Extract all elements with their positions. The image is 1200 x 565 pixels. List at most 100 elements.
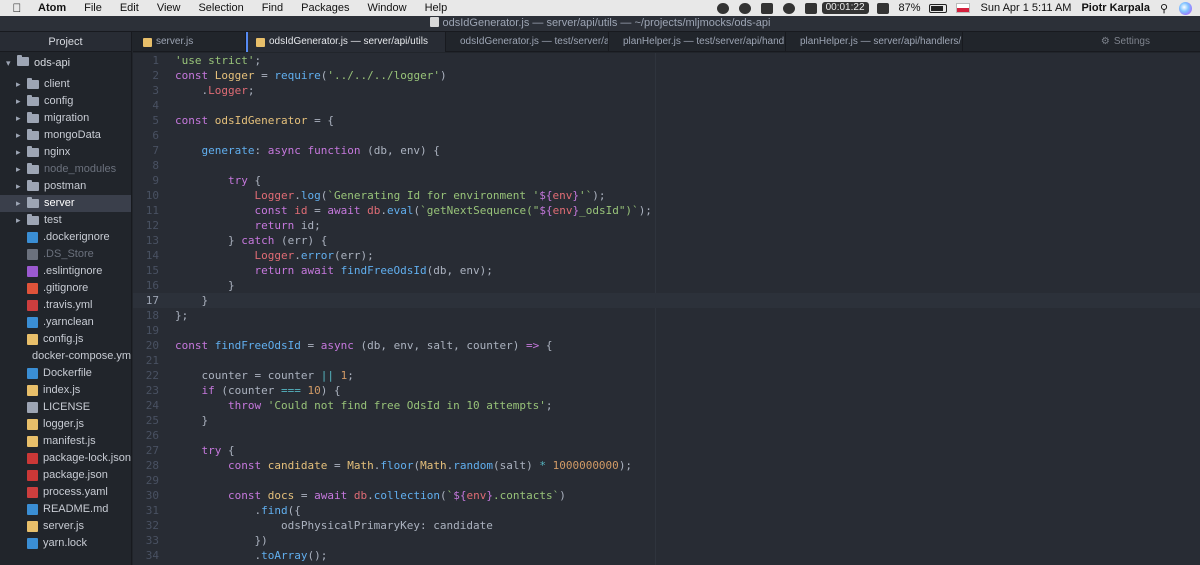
folder-icon <box>27 78 39 89</box>
code-line[interactable]: 3 .Logger; <box>133 83 1200 98</box>
code-line[interactable]: 30 const docs = await db.collection(`${e… <box>133 488 1200 503</box>
code-token: ${ <box>453 489 467 502</box>
tree-file[interactable]: server.js <box>0 518 131 535</box>
code-line[interactable]: 12 return id; <box>133 218 1200 233</box>
siri-icon[interactable] <box>1179 1 1192 15</box>
code-line[interactable]: 17 } <box>133 293 1200 308</box>
tree-root-folder[interactable]: ▾ ods-api <box>0 55 131 72</box>
code-line[interactable]: 4 <box>133 98 1200 113</box>
code-line[interactable]: 13 } catch (err) { <box>133 233 1200 248</box>
tree-file[interactable]: yarn.lock <box>0 535 131 552</box>
docker-tray-icon[interactable] <box>760 2 773 14</box>
code-line[interactable]: 28 const candidate = Math.floor(Math.ran… <box>133 458 1200 473</box>
menu-packages[interactable]: Packages <box>292 0 358 16</box>
tree-folder[interactable]: ▸ config <box>0 93 131 110</box>
code-line[interactable]: 33 }) <box>133 533 1200 548</box>
code-line[interactable]: 22 counter = counter || 1; <box>133 368 1200 383</box>
tree-panel-title[interactable]: Project <box>0 32 131 52</box>
input-source-flag-icon[interactable] <box>955 3 970 13</box>
code-line[interactable]: 5 const odsIdGenerator = { <box>133 113 1200 128</box>
tree-file[interactable]: package-lock.json <box>0 450 131 467</box>
code-line[interactable]: 19 <box>133 323 1200 338</box>
tree-file[interactable]: .dockerignore <box>0 229 131 246</box>
code-line[interactable]: 6 <box>133 128 1200 143</box>
menu-selection[interactable]: Selection <box>189 0 252 16</box>
tree-file[interactable]: LICENSE <box>0 399 131 416</box>
tab-file[interactable]: odsIdGenerator.js — test/server/api/... <box>446 32 609 52</box>
tree-item-label: package-lock.json <box>42 452 131 464</box>
tree-file[interactable]: .DS_Store <box>0 246 131 263</box>
tree-file[interactable]: docker-compose.yml <box>0 348 131 365</box>
code-line[interactable]: 7 generate: async function (db, env) { <box>133 143 1200 158</box>
cloud-icon[interactable] <box>738 2 751 14</box>
creative-cloud-icon[interactable] <box>716 2 729 14</box>
code-line[interactable]: 21 <box>133 353 1200 368</box>
tab-settings[interactable]: ⚙ Settings <box>1091 32 1200 52</box>
code-line[interactable]: 2 const Logger = require('../../../logger… <box>133 68 1200 83</box>
code-line[interactable]: 34 .toArray(); <box>133 548 1200 563</box>
tree-folder[interactable]: ▸ node_modules <box>0 161 131 178</box>
code-token: ; <box>545 399 553 412</box>
tree-file[interactable]: manifest.js <box>0 433 131 450</box>
code-line[interactable]: 24 throw 'Could not find free OdsId in 1… <box>133 398 1200 413</box>
code-line[interactable]: 26 <box>133 428 1200 443</box>
tree-folder[interactable]: ▸ test <box>0 212 131 229</box>
code-line[interactable]: 15 return await findFreeOdsId(db, env); <box>133 263 1200 278</box>
tree-file[interactable]: package.json <box>0 467 131 484</box>
tree-folder[interactable]: ▸ mongoData <box>0 127 131 144</box>
menu-file[interactable]: File <box>75 0 111 16</box>
code-line[interactable]: 23 if (counter === 10) { <box>133 383 1200 398</box>
tab-file[interactable]: server.js <box>133 32 246 52</box>
code-line[interactable]: 1 'use strict'; <box>133 53 1200 68</box>
timer-readout[interactable]: 00:01:22 <box>821 2 869 14</box>
code-line[interactable]: 10 Logger.log(`Generating Id for environ… <box>133 188 1200 203</box>
code-line[interactable]: 29 <box>133 473 1200 488</box>
menu-app[interactable]: Atom <box>34 0 75 16</box>
code-line[interactable]: 16 } <box>133 278 1200 293</box>
code-line[interactable]: 31 .find({ <box>133 503 1200 518</box>
folder-icon <box>27 197 39 208</box>
menu-edit[interactable]: Edit <box>111 0 148 16</box>
menu-find[interactable]: Find <box>253 0 292 16</box>
code-line[interactable]: 20 const findFreeOdsId = async (db, env, … <box>133 338 1200 353</box>
tree-file[interactable]: index.js <box>0 382 131 399</box>
code-line[interactable]: 8 <box>133 158 1200 173</box>
menu-help[interactable]: Help <box>416 0 457 16</box>
menu-window[interactable]: Window <box>358 0 415 16</box>
spotlight-search-icon[interactable]: ⚲ <box>1155 2 1173 15</box>
tree-folder[interactable]: ▸ postman <box>0 178 131 195</box>
tree-folder[interactable]: ▸ server <box>0 195 131 212</box>
tree-file[interactable]: .travis.yml <box>0 297 131 314</box>
wifi-icon[interactable] <box>876 2 889 14</box>
tree-file[interactable]: process.yaml <box>0 484 131 501</box>
code-line[interactable]: 18}; <box>133 308 1200 323</box>
code-line[interactable]: 9 try { <box>133 173 1200 188</box>
tree-file[interactable]: .gitignore <box>0 280 131 297</box>
code-line[interactable]: 27 try { <box>133 443 1200 458</box>
tree-file[interactable]: logger.js <box>0 416 131 433</box>
tree-file[interactable]: README.md <box>0 501 131 518</box>
time-machine-icon[interactable] <box>782 2 795 14</box>
tree-folder[interactable]: ▸ client <box>0 76 131 93</box>
code-line[interactable]: 14 Logger.error(err); <box>133 248 1200 263</box>
tab-file[interactable]: odsIdGenerator.js — server/api/utils <box>246 32 446 52</box>
tab-file[interactable]: planHelper.js — test/server/api/hand... <box>609 32 786 52</box>
menubar-user[interactable]: Piotr Karpala <box>1076 2 1154 14</box>
menubar-clock[interactable]: Sun Apr 1 5:11 AM <box>976 2 1077 14</box>
code-line[interactable]: 11 const id = await db.eval(`getNextSequ… <box>133 203 1200 218</box>
tree-file[interactable]: .yarnclean <box>0 314 131 331</box>
battery-percent[interactable]: 87% <box>894 2 926 14</box>
tab-file[interactable]: planHelper.js — server/api/handlers/... <box>786 32 963 52</box>
code-line[interactable]: 25 } <box>133 413 1200 428</box>
tree-file[interactable]: config.js <box>0 331 131 348</box>
tree-folder[interactable]: ▸ migration <box>0 110 131 127</box>
code-editor[interactable]: 1'use strict'; 2 const Logger = require('.… <box>133 53 1200 565</box>
tree-file[interactable]: Dockerfile <box>0 365 131 382</box>
menu-view[interactable]: View <box>148 0 190 16</box>
bluetooth-icon[interactable] <box>804 2 817 14</box>
apple-menu-icon[interactable]:  <box>0 1 34 15</box>
tree-folder[interactable]: ▸ nginx <box>0 144 131 161</box>
line-number: 29 <box>145 474 159 487</box>
code-line[interactable]: 32 odsPhysicalPrimaryKey: candidate <box>133 518 1200 533</box>
tree-file[interactable]: .eslintignore <box>0 263 131 280</box>
